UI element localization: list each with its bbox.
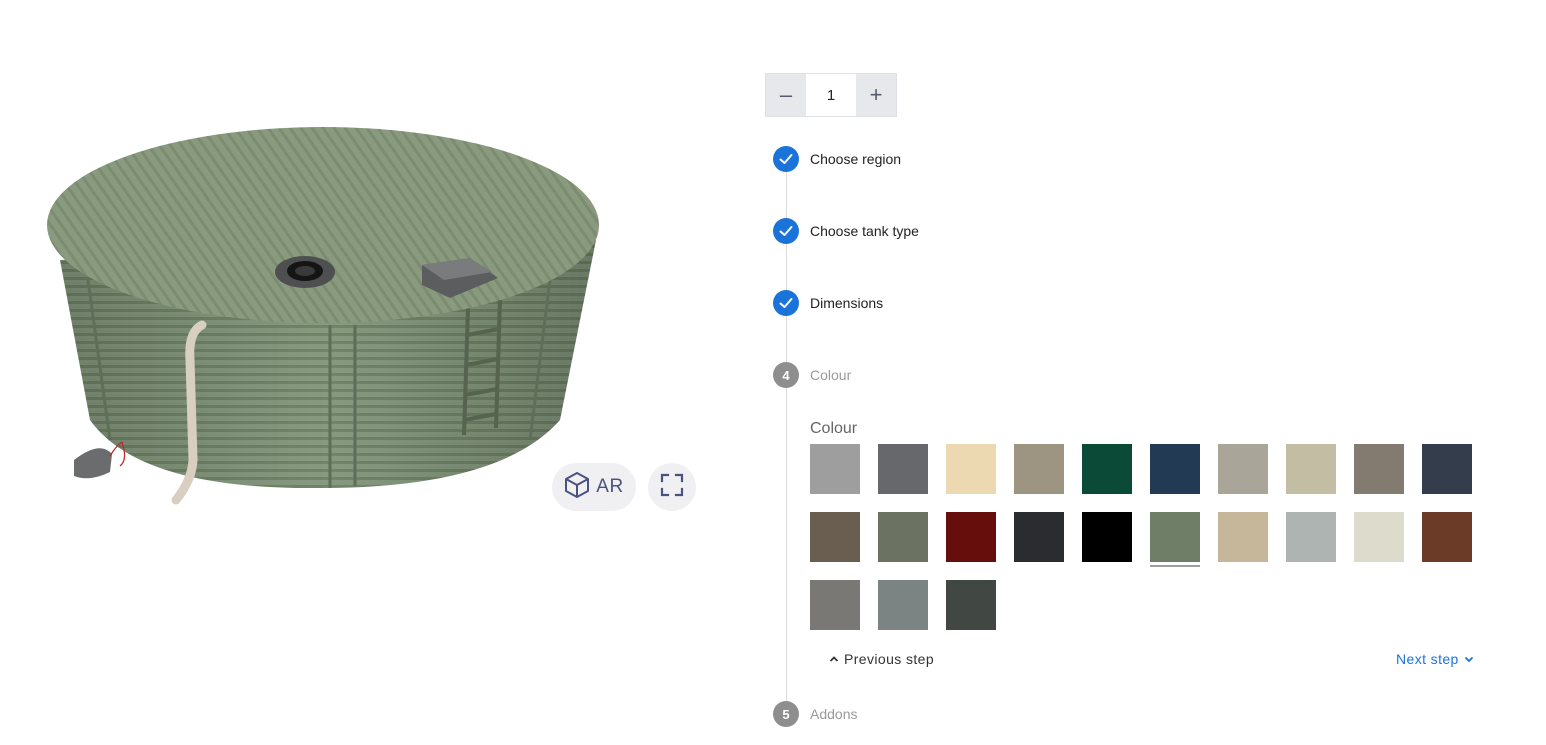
step-number: 5 [773,701,799,727]
increment-button[interactable]: + [856,74,896,116]
next-step-label: Next step [1396,651,1459,667]
tank-model[interactable] [30,120,620,520]
colour-swatch[interactable] [1286,512,1336,562]
colour-swatch[interactable] [946,444,996,494]
colour-swatch[interactable] [1218,512,1268,562]
colour-swatch[interactable] [1286,444,1336,494]
colour-swatch[interactable] [878,444,928,494]
check-icon [773,146,799,172]
tank-roof [47,127,599,323]
cube-icon [564,471,590,504]
quantity-value[interactable]: 1 [806,74,856,116]
colour-swatch[interactable] [1422,512,1472,562]
colour-swatch[interactable] [1014,512,1064,562]
step-label: Colour [810,367,852,383]
tank-3d-viewer[interactable]: AR [0,0,740,745]
colour-swatch[interactable] [878,512,928,562]
ar-button[interactable]: AR [552,463,636,511]
step-label: Choose region [810,151,902,167]
step-addons[interactable]: 5 Addons [773,701,857,727]
previous-step-button[interactable]: Previous step [829,651,934,667]
colour-swatch[interactable] [946,512,996,562]
colour-swatch[interactable] [1218,444,1268,494]
valve-bag [74,441,126,479]
step-colour[interactable]: 4 Colour [773,362,851,388]
decrement-button[interactable]: – [766,74,806,116]
step-label: Choose tank type [810,223,919,239]
colour-swatch[interactable] [1150,512,1200,567]
chevron-up-icon [829,651,839,667]
step-label: Addons [810,706,858,722]
check-icon [773,218,799,244]
colour-swatch[interactable] [878,580,928,630]
step-label: Dimensions [810,295,884,311]
step-choose-tank-type[interactable]: Choose tank type [773,218,919,244]
roof-inlet [275,256,335,288]
colour-swatch[interactable] [810,580,860,630]
colour-swatch[interactable] [810,444,860,494]
colour-swatch[interactable] [1354,512,1404,562]
expand-icon [660,473,684,502]
colour-swatch[interactable] [1150,444,1200,494]
colour-heading: Colour [810,420,858,437]
step-number: 4 [773,362,799,388]
step-dimensions[interactable]: Dimensions [773,290,883,316]
fullscreen-button[interactable] [648,463,696,511]
ar-label: AR [596,476,624,497]
step-choose-region[interactable]: Choose region [773,146,901,172]
quantity-stepper[interactable]: – 1 + [765,73,897,117]
colour-swatch[interactable] [1354,444,1404,494]
colour-swatch[interactable] [810,512,860,562]
colour-swatch[interactable] [1082,512,1132,562]
check-icon [773,290,799,316]
previous-step-label: Previous step [844,651,935,667]
colour-swatch[interactable] [1422,444,1472,494]
next-step-button[interactable]: Next step [1396,651,1474,667]
colour-swatch[interactable] [1014,444,1064,494]
chevron-down-icon [1464,651,1474,667]
colour-swatch[interactable] [1082,444,1132,494]
colour-swatch[interactable] [946,580,996,630]
